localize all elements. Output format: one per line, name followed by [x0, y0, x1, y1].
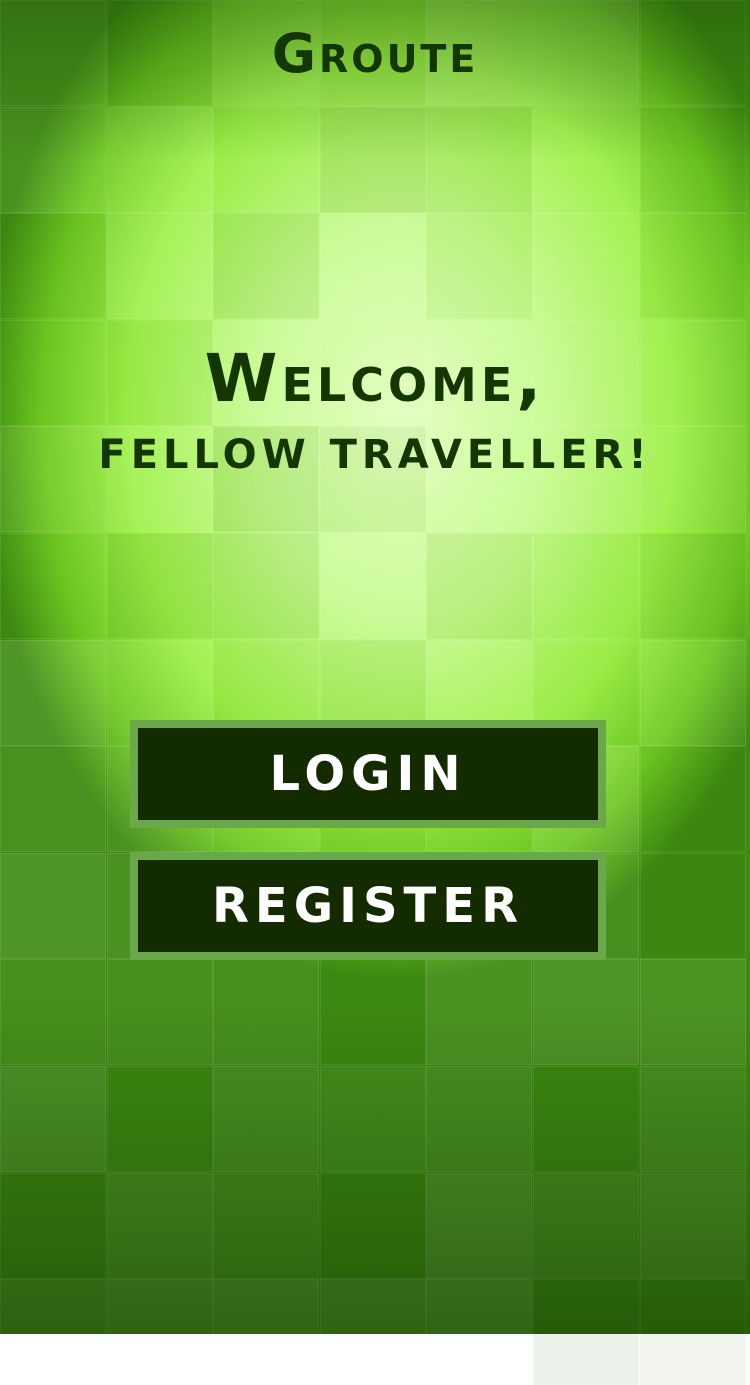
background-tile [319, 1066, 426, 1172]
background-tile [0, 106, 106, 213]
background-tile [426, 1172, 533, 1279]
welcome-heading: Welcome, [204, 340, 546, 417]
background-tile [639, 852, 746, 959]
tile-grid-background [0, 0, 750, 1385]
background-tile [107, 1066, 213, 1172]
background-tile [319, 1172, 426, 1279]
background-tile [426, 959, 533, 1066]
background-tile [319, 213, 426, 320]
background-tile [106, 959, 213, 1066]
background-tile [213, 1172, 320, 1279]
background-tile [639, 959, 746, 1066]
background-tile [533, 1279, 639, 1385]
background-tile [213, 533, 320, 639]
background-tile [426, 213, 533, 320]
background-tile [639, 746, 746, 853]
background-tile [639, 533, 746, 639]
welcome-subheading: fellow traveller! [98, 432, 652, 478]
background-tile [213, 1279, 320, 1385]
background-tile [213, 1066, 320, 1172]
background-tile [533, 213, 639, 320]
background-tile [639, 1066, 746, 1172]
background-tile [320, 959, 426, 1065]
background-tile [639, 213, 746, 320]
background-tile [106, 213, 213, 320]
background-tile [639, 106, 746, 213]
background-tile [0, 213, 106, 320]
background-tile [106, 106, 213, 213]
background-tile [0, 533, 106, 639]
background-tile [426, 106, 533, 213]
background-tile [0, 959, 106, 1066]
background-tile [319, 533, 426, 639]
background-tile [533, 1066, 639, 1172]
background-tile [639, 639, 746, 746]
background-tile [426, 533, 533, 639]
background-tile [106, 1279, 213, 1385]
background-tile [426, 1279, 533, 1385]
background-tile [0, 1279, 106, 1385]
background-tile [106, 533, 213, 639]
background-tile [319, 106, 426, 213]
background-tile [533, 106, 639, 213]
background-tile [533, 959, 639, 1066]
background-tile [213, 213, 320, 320]
app-title: Groute [271, 22, 479, 85]
background-tile [106, 1172, 213, 1279]
background-tile [0, 746, 106, 853]
background-tile [0, 1172, 106, 1279]
login-button[interactable]: LOGIN [130, 720, 606, 828]
background-tile [533, 533, 639, 639]
background-tile [319, 1279, 426, 1385]
background-tile [213, 959, 320, 1066]
background-tile [0, 1066, 106, 1172]
register-button[interactable]: REGISTER [130, 852, 606, 960]
background-tile [639, 1279, 746, 1385]
background-tile [426, 1066, 533, 1172]
background-tile [533, 1172, 639, 1279]
background-tile [639, 1172, 746, 1279]
background-tile [0, 852, 106, 959]
background-tile [213, 107, 319, 213]
background-tile [0, 639, 106, 746]
